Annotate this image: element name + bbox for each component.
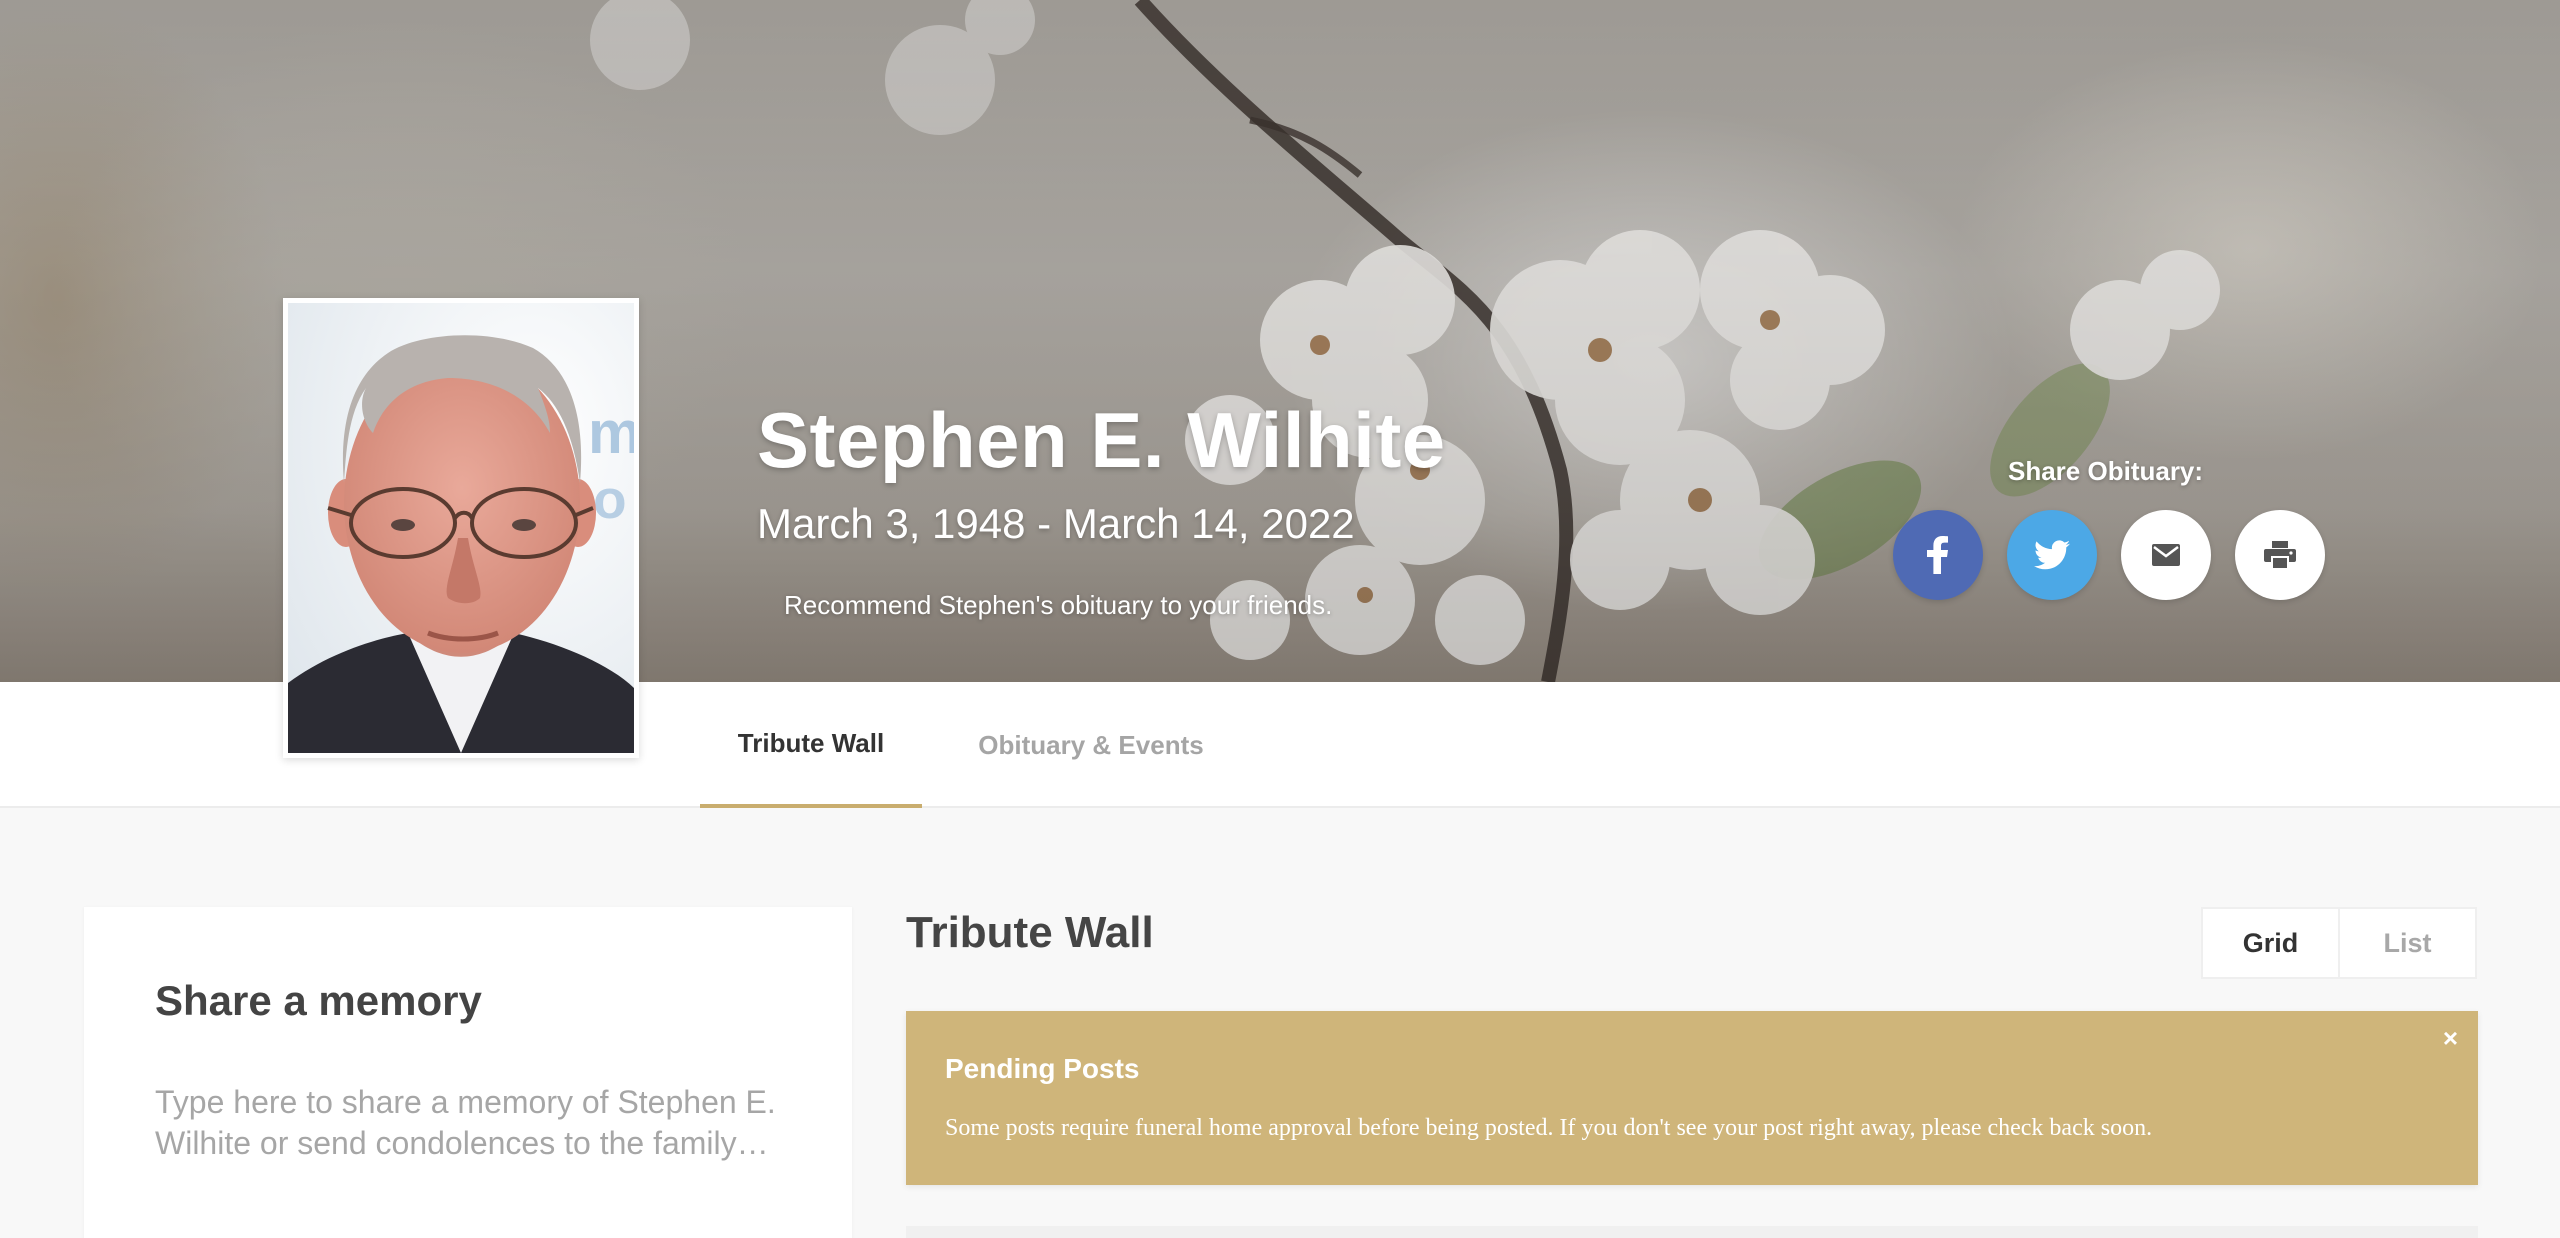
svg-text:o: o — [593, 468, 627, 530]
list-view-button[interactable]: List — [2340, 909, 2475, 977]
portrait-photo: m o — [288, 303, 634, 753]
tab-tribute-wall[interactable]: Tribute Wall — [700, 682, 922, 808]
share-memory-card: Share a memory — [84, 907, 852, 1238]
share-email-button[interactable] — [2121, 510, 2211, 600]
twitter-icon — [2034, 540, 2070, 570]
print-icon — [2264, 541, 2296, 569]
tab-obituary-events[interactable]: Obituary & Events — [950, 682, 1232, 808]
tribute-wall-title: Tribute Wall — [906, 908, 1154, 957]
close-icon[interactable]: × — [2443, 1023, 2458, 1054]
pending-posts-title: Pending Posts — [945, 1053, 1140, 1084]
print-button[interactable] — [2235, 510, 2325, 600]
pending-posts-text: Some posts require funeral home approval… — [945, 1115, 2153, 1141]
tribute-list-top — [906, 1226, 2478, 1238]
grid-view-button[interactable]: Grid — [2203, 909, 2340, 977]
deceased-name: Stephen E. Wilhite — [757, 396, 1446, 484]
share-memory-title: Share a memory — [155, 977, 482, 1024]
deceased-portrait: m o — [283, 298, 639, 758]
share-obituary-label: Share Obituary: — [2008, 456, 2204, 486]
pending-posts-notice: Pending Posts Some posts require funeral… — [906, 1011, 2478, 1185]
life-dates: March 3, 1948 - March 14, 2022 — [757, 500, 1355, 547]
recommend-text: Recommend Stephen's obituary to your fri… — [784, 590, 1333, 620]
mail-icon — [2152, 544, 2180, 566]
view-toggle: Grid List — [2201, 907, 2477, 979]
memory-input[interactable] — [155, 1082, 795, 1182]
share-twitter-button[interactable] — [2007, 510, 2097, 600]
share-facebook-button[interactable] — [1893, 510, 1983, 600]
facebook-icon — [1927, 536, 1948, 574]
svg-text:m: m — [588, 399, 634, 466]
